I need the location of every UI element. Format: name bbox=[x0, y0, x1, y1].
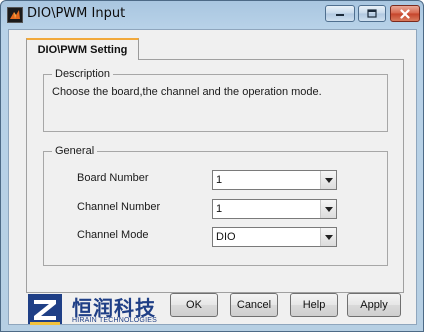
board-number-select[interactable]: 1 bbox=[212, 170, 337, 190]
board-number-label: Board Number bbox=[77, 172, 149, 184]
company-logo: 恒润科技 HIRAIN TECHNOLOGIES bbox=[26, 292, 166, 326]
board-number-value: 1 bbox=[216, 174, 223, 186]
matlab-icon[interactable] bbox=[7, 7, 23, 23]
hirain-logo-icon bbox=[28, 294, 62, 325]
ok-button[interactable]: OK bbox=[170, 293, 218, 317]
client-area: DIO\PWM Setting Description Choose the b… bbox=[8, 29, 417, 325]
close-icon bbox=[400, 8, 410, 19]
apply-button[interactable]: Apply bbox=[347, 293, 401, 317]
general-group: General Board Number 1 Channel Number 1 … bbox=[43, 145, 388, 266]
channel-number-value: 1 bbox=[216, 203, 223, 215]
description-group: Description Choose the board,the channel… bbox=[43, 68, 388, 132]
channel-number-select[interactable]: 1 bbox=[212, 199, 337, 219]
maximize-button[interactable] bbox=[358, 5, 386, 22]
general-legend: General bbox=[52, 145, 98, 157]
tab-dio-pwm-setting[interactable]: DIO\PWM Setting bbox=[26, 38, 139, 60]
channel-mode-label: Channel Mode bbox=[77, 229, 149, 241]
window-title: DIO\PWM Input bbox=[27, 6, 126, 21]
tab-panel: Description Choose the board,the channel… bbox=[26, 59, 404, 293]
channel-mode-value: DIO bbox=[216, 231, 236, 243]
chevron-down-icon[interactable] bbox=[320, 228, 336, 246]
chevron-down-icon[interactable] bbox=[320, 171, 336, 189]
title-bar[interactable]: DIO\PWM Input bbox=[1, 1, 423, 29]
channel-number-label: Channel Number bbox=[77, 201, 161, 213]
description-legend: Description bbox=[52, 68, 114, 80]
maximize-icon bbox=[367, 9, 377, 18]
description-text: Choose the board,the channel and the ope… bbox=[52, 86, 322, 98]
logo-subtitle: HIRAIN TECHNOLOGIES bbox=[72, 317, 157, 324]
minimize-icon bbox=[336, 13, 344, 16]
close-button[interactable] bbox=[390, 5, 420, 22]
help-button[interactable]: Help bbox=[290, 293, 338, 317]
minimize-button[interactable] bbox=[325, 5, 355, 22]
dialog-window: DIO\PWM Input DIO\PWM Setting Descriptio… bbox=[0, 0, 424, 332]
cancel-button[interactable]: Cancel bbox=[230, 293, 278, 317]
chevron-down-icon[interactable] bbox=[320, 200, 336, 218]
channel-mode-select[interactable]: DIO bbox=[212, 227, 337, 247]
